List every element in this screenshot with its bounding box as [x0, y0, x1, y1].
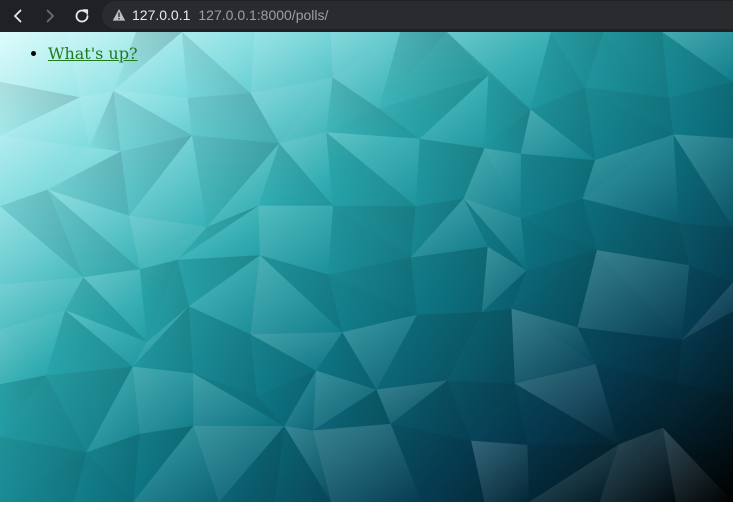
- page-viewport: What's up?: [0, 32, 733, 502]
- poll-link[interactable]: What's up?: [48, 44, 138, 63]
- warning-triangle-icon[interactable]: [112, 8, 126, 22]
- url-full: 127.0.0.1:8000/polls/: [198, 7, 329, 23]
- address-bar[interactable]: 127.0.0.1 127.0.0.1:8000/polls/: [102, 1, 733, 29]
- chevron-right-icon: [42, 8, 58, 24]
- low-poly-background: [0, 32, 733, 502]
- reload-icon: [73, 7, 91, 25]
- forward-button[interactable]: [38, 4, 62, 28]
- chevron-left-icon: [10, 8, 26, 24]
- poll-list: What's up?: [0, 44, 138, 64]
- page-bottom-edge: [0, 502, 733, 507]
- list-item: What's up?: [48, 44, 138, 64]
- back-button[interactable]: [6, 4, 30, 28]
- url-host: 127.0.0.1: [132, 7, 191, 23]
- browser-toolbar: 127.0.0.1 127.0.0.1:8000/polls/: [0, 0, 733, 32]
- reload-button[interactable]: [70, 4, 94, 28]
